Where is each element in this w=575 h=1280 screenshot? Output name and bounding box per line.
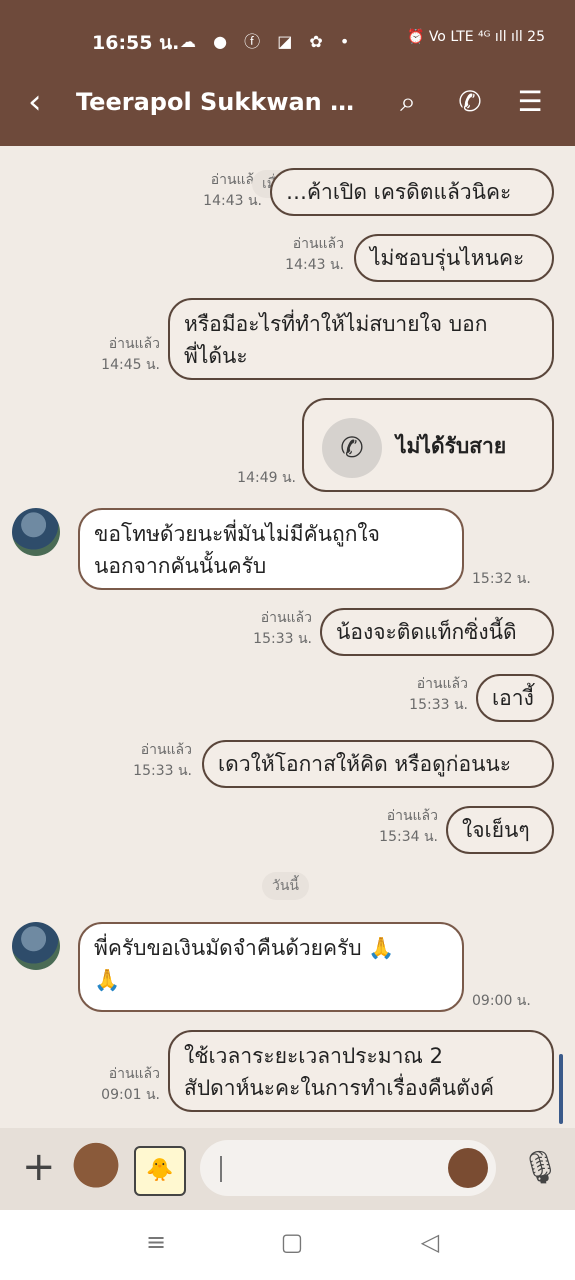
home-icon[interactable]: ▢ <box>272 1228 312 1256</box>
message-bubble-sent[interactable]: เดวให้โอกาสให้คิด หรือดูก่อนนะ <box>202 740 554 788</box>
message-time: 15:33 น. <box>133 763 192 779</box>
system-icons: ⏰ Vo LTE ⁴ᴳ ıll ıll 25 <box>406 29 545 45</box>
message-time: 09:01 น. <box>101 1087 160 1103</box>
back-icon[interactable]: ‹ <box>28 82 42 122</box>
read-receipt: อ่านแล้ว <box>140 742 192 758</box>
read-receipt: อ่านแล้ว <box>416 676 468 692</box>
message-text: …ค้าเปิด เครดิตแล้วนิคะ <box>286 180 512 204</box>
sticker-bear-icon[interactable] <box>70 1140 122 1196</box>
message-bubble-sent[interactable]: หรือมีอะไรที่ทำให้ไม่สบายใจ บอก พี่ได้นะ <box>168 298 554 380</box>
message-time: 14:43 น. <box>285 257 344 273</box>
chat-area[interactable]: อ่านแล้ว 14:43 น. เมื่อวาน …ค้าเปิด เครด… <box>0 146 575 1128</box>
message-time: 14:45 น. <box>101 357 160 373</box>
search-icon[interactable]: ⌕ <box>390 82 426 122</box>
message-text: เดวให้โอกาสให้คิด หรือดูก่อนนะ <box>218 752 512 776</box>
read-receipt: อ่านแล้ว <box>292 236 344 252</box>
message-text: พี่ครับขอเงินมัดจำคืนด้วยครับ 🙏 <box>94 936 395 960</box>
message-bubble-sent[interactable]: น้องจะติดแท็กซิ่งนี้ดิ <box>320 608 554 656</box>
call-status-text: ไม่ได้รับสาย <box>396 434 507 458</box>
message-text: พี่ได้นะ <box>184 344 248 368</box>
recent-apps-icon[interactable]: ≡ <box>136 1228 176 1256</box>
read-receipt: อ่านแล้ว <box>108 336 160 352</box>
message-text: นอกจากคันนั้นครับ <box>94 554 267 578</box>
sticker-shop-icon[interactable]: 🐥 <box>134 1146 186 1196</box>
message-time: 14:49 น. <box>237 470 296 486</box>
message-time: 15:32 น. <box>472 571 531 587</box>
message-bubble-sent[interactable]: …ค้าเปิด เครดิตแล้วนิคะ <box>270 168 554 216</box>
status-time: 16:55 น. <box>92 32 180 54</box>
message-bubble-sent[interactable]: ไม่ชอบรุ่นไหนคะ <box>354 234 554 282</box>
add-icon[interactable]: + <box>22 1144 56 1190</box>
message-input-bar: + 🐥 🎙 <box>0 1128 575 1210</box>
avatar[interactable] <box>12 922 60 970</box>
message-text: เอางี้ <box>492 686 534 710</box>
message-text: หรือมีอะไรที่ทำให้ไม่สบายใจ บอก <box>184 312 488 336</box>
message-text: 🙏 <box>94 968 121 992</box>
missed-call-bubble[interactable]: ✆ ไม่ได้รับสาย <box>302 398 554 492</box>
message-text: ไม่ชอบรุ่นไหนคะ <box>370 246 525 270</box>
message-text: สัปดาห์นะคะในการทำเรื่องคืนตังค์ <box>184 1076 495 1100</box>
message-meta: 14:49 น. <box>226 468 296 489</box>
message-bubble-sent[interactable]: ใจเย็นๆ <box>446 806 554 854</box>
notification-icons: ☁ ● ⓕ ◪ ✿ • <box>180 32 356 51</box>
message-text: ใจเย็นๆ <box>462 818 530 842</box>
phone-icon: ✆ <box>322 418 382 478</box>
menu-icon[interactable]: ☰ <box>512 82 548 122</box>
chat-header: ‹ Teerapol Sukkwan 🍑... ⌕ ✆ ☰ <box>0 64 575 146</box>
system-navigation-bar: ≡ ▢ ◁ <box>0 1210 575 1280</box>
message-time: 15:33 น. <box>409 697 468 713</box>
message-meta: อ่านแล้ว 14:43 น. <box>196 170 262 212</box>
message-text: น้องจะติดแท็กซิ่งนี้ดิ <box>336 620 517 644</box>
message-text: ขอโทษด้วยนะพี่มันไม่มีคันถูกใจ <box>94 522 380 546</box>
message-text: ใช้เวลาระยะเวลาประมาณ 2 <box>184 1044 443 1068</box>
read-receipt: อ่านแล้ว <box>386 808 438 824</box>
message-meta: อ่านแล้ว 14:45 น. <box>92 334 160 376</box>
message-bubble-sent[interactable]: เอางี้ <box>476 674 554 722</box>
message-meta: อ่านแล้ว 14:43 น. <box>278 234 344 276</box>
message-meta: อ่านแล้ว 15:33 น. <box>400 674 468 716</box>
chat-scrollbar[interactable] <box>559 1054 563 1124</box>
read-receipt: อ่านแล้ว <box>260 610 312 626</box>
message-time: 14:43 น. <box>203 193 262 209</box>
read-receipt: อ่านแล้ว <box>108 1066 160 1082</box>
text-caret <box>220 1156 222 1182</box>
message-time: 15:33 น. <box>253 631 312 647</box>
phone-icon[interactable]: ✆ <box>452 82 488 122</box>
message-bubble-received[interactable]: ขอโทษด้วยนะพี่มันไม่มีคันถูกใจ นอกจากคัน… <box>78 508 464 590</box>
message-meta: อ่านแล้ว 15:33 น. <box>124 740 192 782</box>
message-time: 09:00 น. <box>472 993 531 1009</box>
message-meta: อ่านแล้ว 15:33 น. <box>246 608 312 650</box>
message-meta: อ่านแล้ว 15:34 น. <box>370 806 438 848</box>
message-time: 15:34 น. <box>379 829 438 845</box>
system-back-icon[interactable]: ◁ <box>410 1228 450 1256</box>
message-bubble-sent[interactable]: ใช้เวลาระยะเวลาประมาณ 2 สัปดาห์นะคะในการ… <box>168 1030 554 1112</box>
date-divider-today: วันนี้ <box>262 872 310 900</box>
emoji-bear-icon[interactable] <box>448 1148 488 1188</box>
status-bar: 16:55 น. ☁ ● ⓕ ◪ ✿ • ⏰ Vo LTE ⁴ᴳ ıll ıll… <box>0 0 575 64</box>
microphone-icon[interactable]: 🎙 <box>520 1144 561 1190</box>
message-bubble-received[interactable]: พี่ครับขอเงินมัดจำคืนด้วยครับ 🙏 🙏 <box>78 922 464 1012</box>
avatar[interactable] <box>12 508 60 556</box>
chat-title[interactable]: Teerapol Sukkwan 🍑... <box>76 88 366 116</box>
message-meta: อ่านแล้ว 09:01 น. <box>92 1064 160 1106</box>
